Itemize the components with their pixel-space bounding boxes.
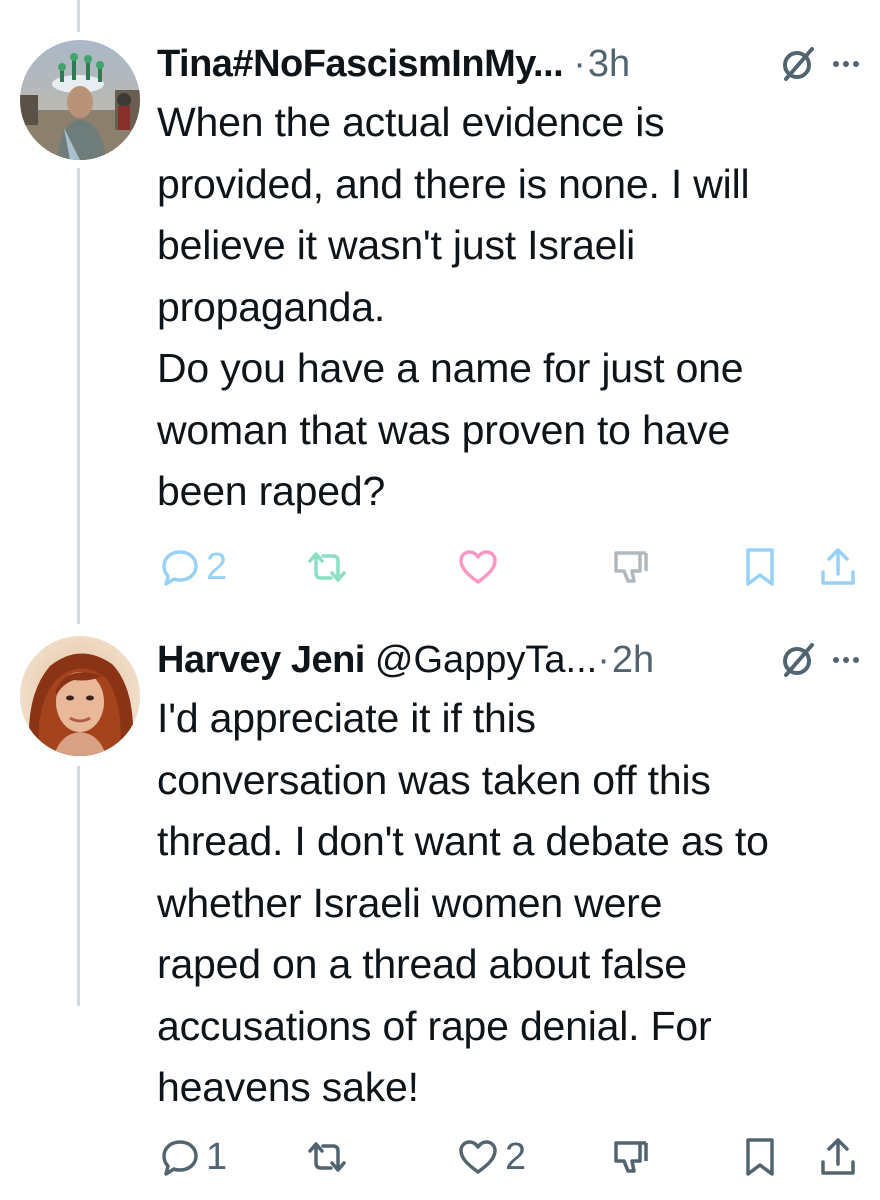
more-icon[interactable]: [832, 59, 860, 69]
tweet-text: When the actual evidence is provided, an…: [157, 99, 750, 514]
retweet-button[interactable]: [304, 542, 356, 592]
reply-icon: [162, 1140, 198, 1176]
reply-button[interactable]: 1: [160, 1132, 227, 1182]
dislike-icon: [614, 551, 648, 583]
like-button[interactable]: [457, 542, 505, 592]
tweet[interactable]: Tina#NoFascismInMy... · 3h When the actu…: [0, 0, 880, 600]
like-icon: [459, 1140, 497, 1174]
display-name[interactable]: Tina#NoFascismInMy...: [157, 43, 564, 86]
username[interactable]: @GappyTa...: [375, 639, 597, 682]
separator-dot: ·: [573, 42, 586, 85]
avatar[interactable]: [20, 40, 140, 160]
share-button[interactable]: [818, 542, 858, 592]
like-button[interactable]: 2: [457, 1132, 526, 1182]
grok-icon[interactable]: [776, 43, 818, 85]
share-icon: [821, 548, 855, 585]
reply-button[interactable]: 2: [160, 542, 227, 592]
share-icon: [821, 1138, 855, 1175]
grok-icon[interactable]: [776, 639, 818, 681]
timestamp[interactable]: 2h: [612, 639, 654, 682]
bookmark-icon: [746, 548, 774, 586]
separator-dot: ·: [597, 638, 610, 681]
tweet-header: Tina#NoFascismInMy... · 3h: [157, 38, 860, 90]
like-icon: [459, 550, 497, 584]
retweet-icon: [308, 1142, 346, 1172]
share-button[interactable]: [818, 1132, 858, 1182]
dislike-button[interactable]: [610, 1132, 652, 1182]
retweet-button[interactable]: [304, 1132, 356, 1182]
bookmark-button[interactable]: [742, 542, 778, 592]
tweet-text: I'd appreciate it if this conversation w…: [157, 695, 769, 1110]
tweet-header: Harvey Jeni @GappyTa... · 2h: [157, 634, 860, 686]
like-count: 2: [505, 1135, 527, 1178]
reply-count: 2: [206, 545, 228, 588]
avatar[interactable]: [20, 636, 140, 756]
action-bar: 1 2: [157, 1132, 860, 1182]
action-bar: 2: [157, 542, 860, 592]
dislike-button[interactable]: [610, 542, 652, 592]
more-icon[interactable]: [832, 655, 860, 665]
display-name[interactable]: Harvey Jeni: [157, 639, 365, 682]
tweet[interactable]: Harvey Jeni @GappyTa... · 2h I'd appreci…: [0, 600, 880, 1200]
dislike-icon: [614, 1141, 648, 1173]
reply-count: 1: [206, 1135, 228, 1178]
retweet-icon: [308, 552, 346, 582]
timestamp[interactable]: 3h: [588, 43, 630, 86]
bookmark-button[interactable]: [742, 1132, 778, 1182]
bookmark-icon: [746, 1138, 774, 1176]
reply-icon: [162, 550, 198, 586]
